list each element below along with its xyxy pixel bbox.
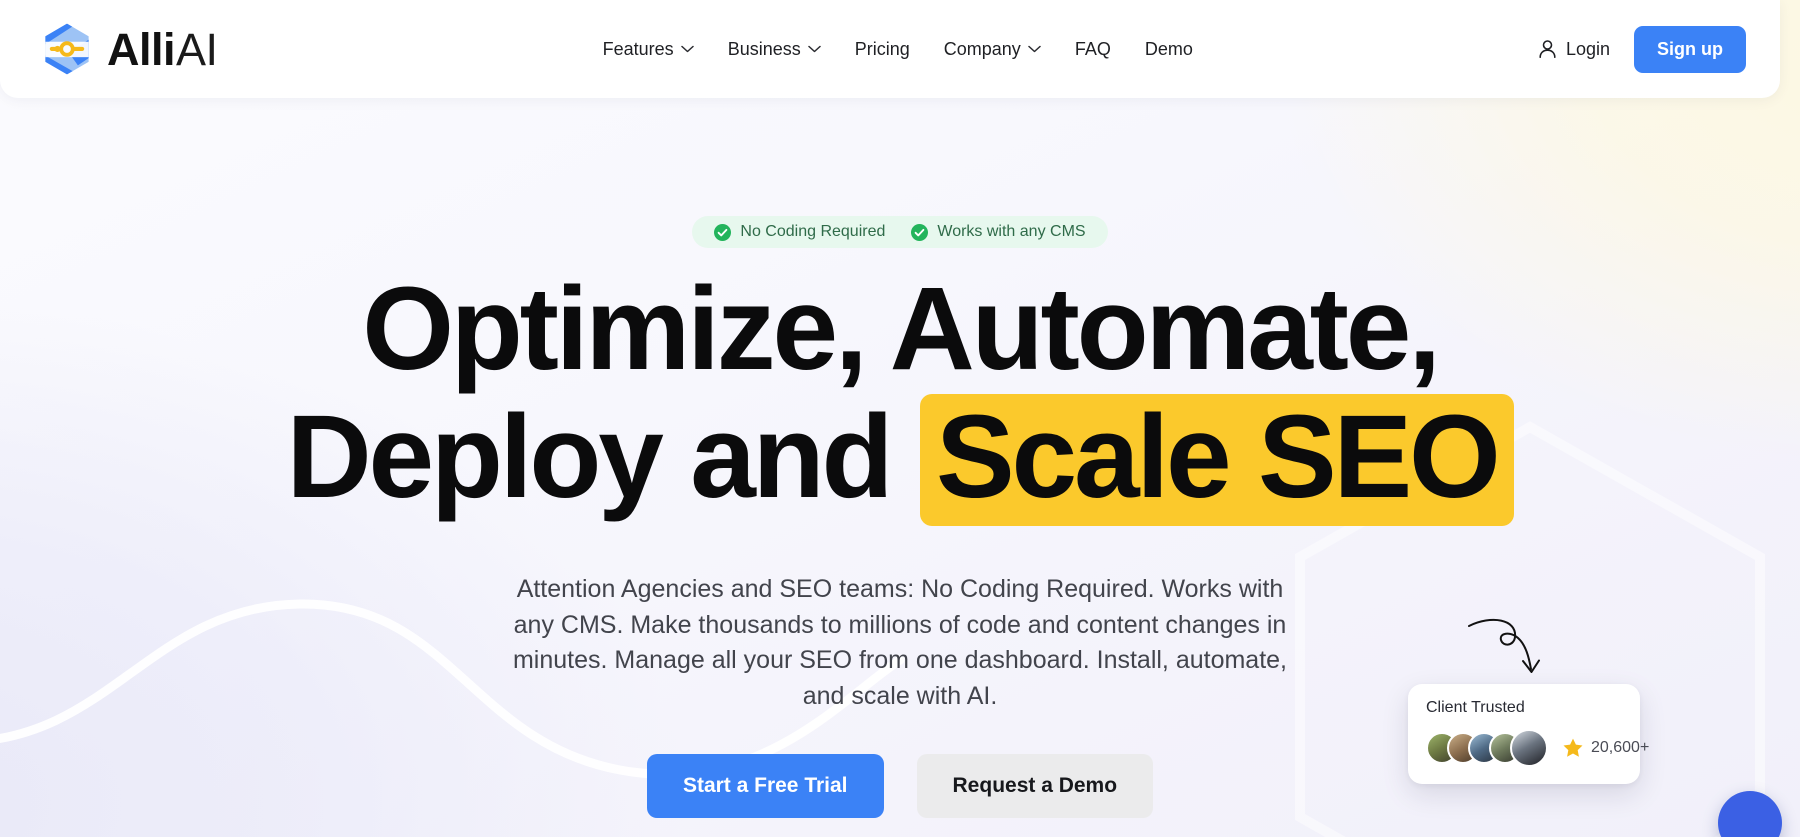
star-icon <box>1563 738 1583 757</box>
nav-label-pricing: Pricing <box>854 38 910 59</box>
logo-text-alli: Alli <box>107 23 176 75</box>
nav-item-faq[interactable]: FAQ <box>1075 39 1111 60</box>
user-icon <box>1539 40 1556 58</box>
avatar-group <box>1426 729 1548 767</box>
logo[interactable]: Alli AI <box>38 20 218 78</box>
site-header: Alli AI Features Business Pricing Compan… <box>0 0 1780 98</box>
login-label: Login <box>1565 38 1610 59</box>
hero-cta-row: Start a Free Trial Request a Demo <box>646 754 1154 818</box>
nav-label-demo: Demo <box>1144 38 1193 59</box>
client-count-label: 20,600+ <box>1591 739 1650 756</box>
check-circle-icon <box>714 223 732 241</box>
logo-wordmark: Alli AI <box>107 27 218 72</box>
main-navigation: Features Business Pricing Company FAQ De… <box>258 39 1538 60</box>
nav-label-faq: FAQ <box>1074 38 1111 59</box>
nav-item-business[interactable]: Business <box>728 39 821 60</box>
alliai-hexagon-logo-icon <box>45 23 89 75</box>
chevron-down-icon <box>680 45 694 53</box>
hero-badge-pill: No Coding Required Works with any CMS <box>692 216 1108 248</box>
nav-item-features[interactable]: Features <box>603 39 694 60</box>
page-title: Optimize, Automate, Deploy and Scale SEO <box>286 263 1514 526</box>
nav-item-demo[interactable]: Demo <box>1145 39 1193 60</box>
request-demo-button[interactable]: Request a Demo <box>916 754 1154 818</box>
curved-arrow-icon <box>1468 618 1540 673</box>
header-actions: Login Sign up <box>1538 25 1746 73</box>
client-trusted-row: 20,600+ <box>1426 729 1649 767</box>
nav-label-company: Company <box>943 38 1021 59</box>
login-button[interactable]: Login <box>1538 39 1610 60</box>
nav-label-business: Business <box>727 38 801 59</box>
headline-highlight-scale-seo: Scale SEO <box>920 394 1514 526</box>
badge-label-any-cms: Works with any CMS <box>937 223 1086 240</box>
badge-label-no-coding: No Coding Required <box>740 223 886 240</box>
chevron-down-icon <box>807 45 821 53</box>
avatar <box>1510 729 1548 767</box>
headline-line-2: Deploy and Scale SEO <box>286 391 1514 526</box>
check-circle-icon <box>911 223 929 241</box>
logo-text-ai: AI <box>176 23 218 75</box>
badge-no-coding-required: No Coding Required <box>714 223 885 241</box>
start-free-trial-button[interactable]: Start a Free Trial <box>646 754 884 818</box>
client-trusted-card: Client Trusted 20,600+ <box>1408 684 1649 784</box>
client-trusted-title: Client Trusted <box>1426 699 1525 716</box>
headline-line-2-plain: Deploy and <box>286 391 921 523</box>
chevron-down-icon <box>1028 45 1041 53</box>
signup-button[interactable]: Sign up <box>1634 25 1746 73</box>
hero-subheadline: Attention Agencies and SEO teams: No Cod… <box>512 575 1288 710</box>
rating-group: 20,600+ <box>1562 737 1649 759</box>
nav-item-pricing[interactable]: Pricing <box>855 39 910 60</box>
headline-line-1: Optimize, Automate, <box>362 263 1441 395</box>
nav-label-features: Features <box>602 38 674 59</box>
badge-works-with-any-cms: Works with any CMS <box>911 223 1086 241</box>
nav-item-company[interactable]: Company <box>944 39 1041 60</box>
